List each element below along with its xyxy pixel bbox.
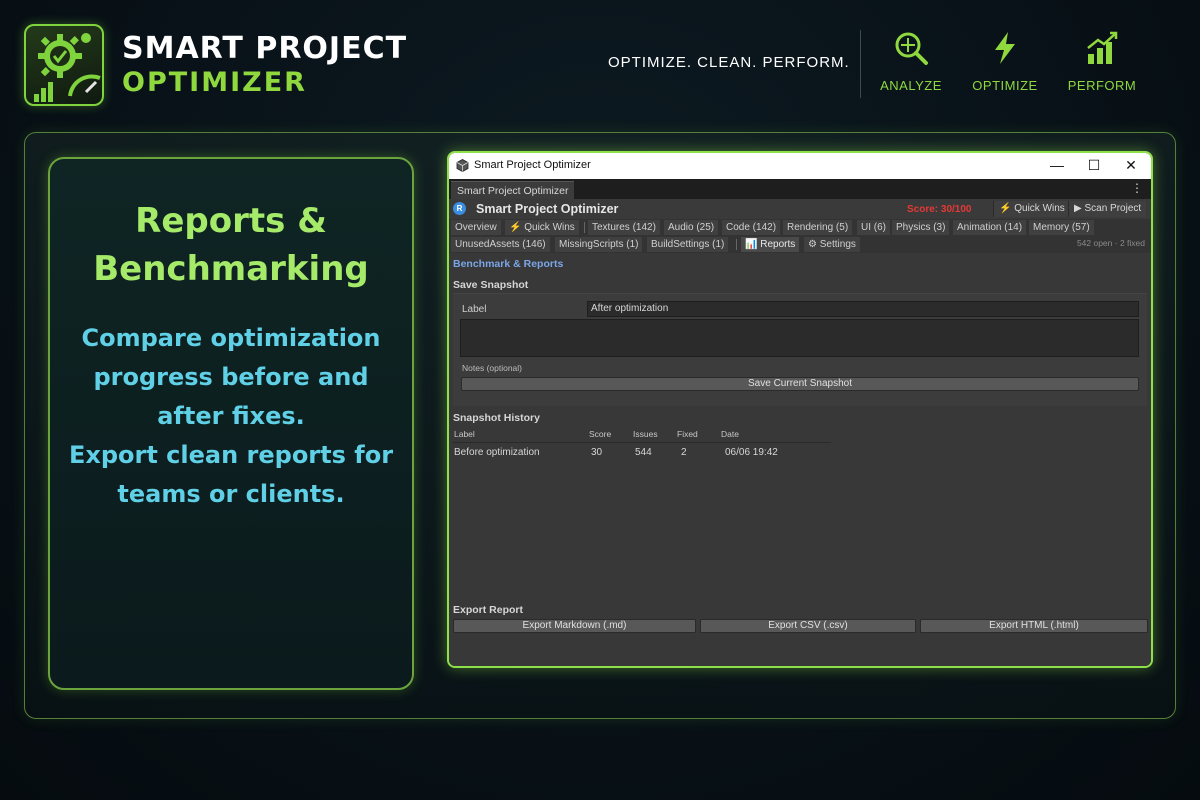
- card-title-line: Benchmarking: [93, 249, 369, 289]
- table-divider: [453, 442, 831, 443]
- category-tabs-row1: Overview ⚡ Quick Wins Textures (142) Aud…: [449, 219, 1151, 236]
- plugin-toolbar: R Smart Project Optimizer Score: 30/100 …: [449, 199, 1151, 219]
- tab-settings[interactable]: ⚙ Settings: [804, 237, 860, 252]
- card-body-line: progress before and: [93, 363, 369, 391]
- card-title-line: Reports &: [135, 201, 327, 241]
- header-divider: [860, 30, 861, 98]
- unity-cube-icon: [456, 159, 469, 172]
- card-description: Compare optimization progress before and…: [60, 319, 402, 514]
- card-body-line: teams or clients.: [117, 480, 345, 508]
- export-csv-button[interactable]: Export CSV (.csv): [700, 619, 916, 633]
- gear-check-speedometer-icon: [34, 33, 101, 102]
- section-title: Benchmark & Reports: [453, 258, 564, 270]
- tab-memory[interactable]: Memory (57): [1029, 220, 1094, 235]
- plugin-logo-icon: R: [453, 202, 466, 215]
- tab-animation[interactable]: Animation (14): [953, 220, 1027, 235]
- export-html-button[interactable]: Export HTML (.html): [920, 619, 1148, 633]
- notes-caption: Notes (optional): [462, 363, 523, 373]
- minimize-button[interactable]: —: [1046, 155, 1068, 175]
- window-titlebar[interactable]: Smart Project Optimizer — ☐ ✕: [449, 153, 1151, 179]
- label-caption: Label: [462, 304, 487, 315]
- tab-ui[interactable]: UI (6): [857, 220, 890, 235]
- snapshot-history-heading: Snapshot History: [453, 412, 540, 424]
- close-button[interactable]: ✕: [1120, 155, 1142, 175]
- info-card: Reports & Benchmarking Compare optimizat…: [48, 157, 414, 690]
- card-body-line: Export clean reports for: [68, 441, 394, 469]
- app-window: Smart Project Optimizer — ☐ ✕ Smart Proj…: [447, 151, 1153, 668]
- snapshot-notes-textarea[interactable]: [460, 319, 1139, 357]
- tab-code[interactable]: Code (142): [722, 220, 781, 235]
- snapshot-label-input[interactable]: After optimization: [587, 301, 1139, 317]
- tab-unused-assets[interactable]: UnusedAssets (146): [451, 237, 550, 252]
- feature-label: OPTIMIZE: [972, 78, 1038, 93]
- card-title: Reports & Benchmarking: [50, 197, 412, 293]
- tab-build-settings[interactable]: BuildSettings (1): [647, 237, 729, 252]
- tagline: OPTIMIZE. CLEAN. PERFORM.: [608, 54, 850, 71]
- tab-separator: [736, 239, 737, 250]
- col-label: Label: [454, 429, 475, 439]
- issue-status: 542 open · 2 fixed: [1076, 238, 1145, 248]
- col-fixed: Fixed: [677, 429, 698, 439]
- tab-separator: [584, 222, 585, 233]
- table-cell-issues: 544: [635, 447, 652, 458]
- brand-subname: OPTIMIZER: [122, 67, 307, 98]
- tab-missing-scripts[interactable]: MissingScripts (1): [555, 237, 643, 252]
- feature-perform: PERFORM: [1062, 30, 1142, 93]
- table-cell-date: 06/06 19:42: [725, 447, 778, 458]
- feature-analyze: ANALYZE: [871, 30, 951, 93]
- more-options-icon[interactable]: ⋮: [1131, 181, 1143, 195]
- editor-tabstrip: Smart Project Optimizer ⋮: [449, 179, 1151, 199]
- table-cell-fixed: 2: [681, 447, 687, 458]
- save-snapshot-heading: Save Snapshot: [453, 279, 529, 291]
- tab-reports[interactable]: 📊 Reports: [741, 237, 800, 252]
- feature-optimize: OPTIMIZE: [965, 30, 1045, 93]
- maximize-button[interactable]: ☐: [1083, 155, 1105, 175]
- table-cell-label[interactable]: Before optimization: [454, 447, 540, 458]
- brand-name: SMART PROJECT: [122, 31, 408, 66]
- feature-label: ANALYZE: [880, 78, 942, 93]
- table-cell-score: 30: [591, 447, 603, 458]
- bar-chart-arrow-icon: [1087, 31, 1118, 64]
- editor-tab[interactable]: Smart Project Optimizer: [451, 181, 575, 199]
- lightning-bolt-icon: [995, 32, 1015, 64]
- app-logo: [24, 24, 104, 106]
- card-body-line: Compare optimization: [81, 324, 381, 352]
- tab-rendering[interactable]: Rendering (5): [783, 220, 853, 235]
- export-report-heading: Export Report: [453, 604, 524, 616]
- plugin-title: Smart Project Optimizer: [476, 202, 619, 216]
- export-markdown-button[interactable]: Export Markdown (.md): [453, 619, 696, 633]
- card-body-line: after fixes.: [157, 402, 305, 430]
- save-snapshot-button[interactable]: Save Current Snapshot: [461, 377, 1139, 391]
- scan-project-button[interactable]: ▶ Scan Project: [1068, 201, 1147, 217]
- col-date: Date: [721, 429, 739, 439]
- feature-label: PERFORM: [1067, 78, 1137, 93]
- score-readout: Score: 30/100: [907, 204, 972, 215]
- tab-physics[interactable]: Physics (3): [892, 220, 950, 235]
- magnifier-crosshair-icon: [895, 32, 928, 65]
- col-issues: Issues: [633, 429, 658, 439]
- col-score: Score: [589, 429, 612, 439]
- tab-quick-wins[interactable]: ⚡ Quick Wins: [505, 220, 579, 235]
- tab-overview[interactable]: Overview: [451, 220, 501, 235]
- window-title: Smart Project Optimizer: [474, 159, 591, 171]
- quick-wins-button[interactable]: ⚡ Quick Wins: [993, 201, 1070, 217]
- tab-audio[interactable]: Audio (25): [664, 220, 719, 235]
- tab-textures[interactable]: Textures (142): [588, 220, 660, 235]
- category-tabs-row2: UnusedAssets (146) MissingScripts (1) Bu…: [449, 236, 1151, 253]
